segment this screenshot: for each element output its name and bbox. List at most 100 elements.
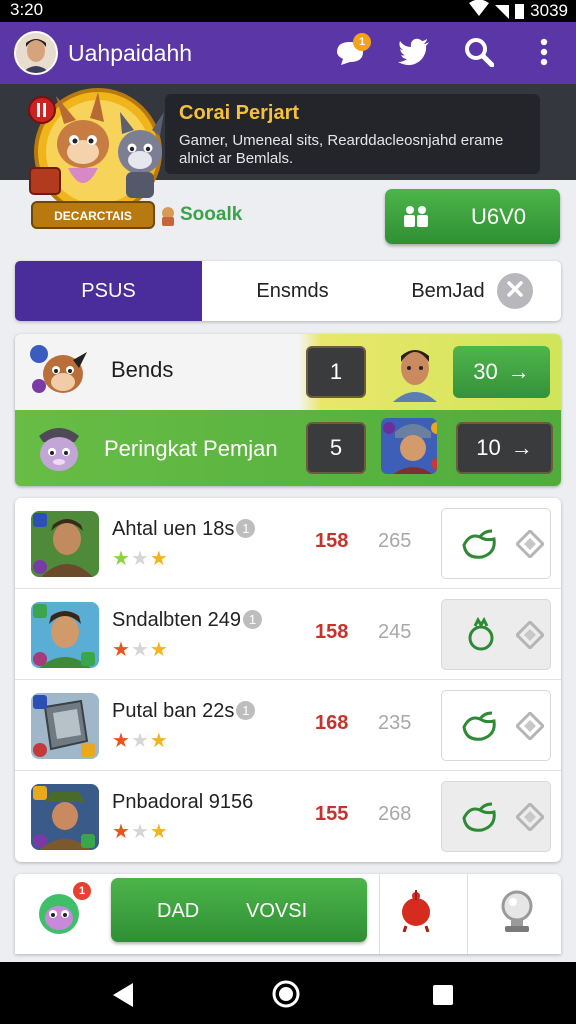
tab-ensmds[interactable]: Ensmds — [205, 261, 380, 321]
item-action-button[interactable] — [441, 508, 551, 579]
player-avatar — [387, 342, 443, 402]
status-time: 3:20 — [10, 0, 44, 19]
list-item[interactable]: Pnbadoral 9156 ★★★ 155 268 — [15, 771, 561, 862]
item-value-secondary: 265 — [378, 530, 412, 552]
home-circle-icon — [271, 980, 301, 1013]
avatar[interactable] — [14, 31, 58, 75]
item-value-secondary: 245 — [378, 621, 412, 643]
list-item[interactable]: Putal ban 22s 1 ★★★ 168 235 — [15, 680, 561, 771]
lamp-icon[interactable] — [497, 886, 537, 941]
diamond-icon — [514, 801, 546, 836]
divider — [467, 874, 468, 954]
seed-icon — [460, 529, 500, 566]
hero-card: Corai Perjart Gamer, Umeneal sits, Reard… — [165, 94, 540, 174]
item-action-button[interactable] — [441, 599, 551, 670]
squirrel-avatar — [29, 342, 87, 398]
star-icon: ★ — [112, 639, 131, 661]
item-name: Pnbadoral 9156 — [112, 791, 254, 813]
star-icon: ★ — [130, 821, 150, 843]
battery-text: 3039 — [530, 0, 568, 20]
star-rating: ★★★ — [112, 819, 169, 844]
star-icon: ★ — [149, 821, 169, 843]
item-name: Ahtal uen 18s 1 — [112, 518, 256, 541]
star-icon: ★ — [112, 548, 131, 570]
star-icon: ★ — [112, 730, 131, 752]
primary-action-label: U6V0 — [471, 204, 527, 229]
tab-bar: PSUS Ensmds BemJad — [15, 261, 561, 321]
item-action-button[interactable] — [441, 690, 551, 761]
diamond-icon — [514, 528, 546, 563]
item-value-primary: 155 — [315, 803, 349, 825]
recents-square-icon — [432, 985, 454, 1010]
star-rating: ★★★ — [112, 637, 169, 662]
star-icon: ★ — [149, 548, 169, 570]
game-emblem[interactable]: DECARCTAIS — [28, 88, 176, 234]
arrow-right-icon: → — [507, 359, 530, 384]
game-thumbnail — [31, 693, 99, 759]
sword-icon — [158, 205, 178, 227]
play-button-label-left: DAD — [157, 900, 200, 922]
score-button-1[interactable]: 30 → — [453, 346, 550, 398]
game-list: Ahtal uen 18s 1 ★★★ 158 265 Sndalbten 24… — [15, 498, 561, 862]
home-button[interactable] — [271, 979, 301, 1014]
score-button-2[interactable]: 10 → — [456, 422, 553, 474]
ranking-row-2[interactable]: Peringkat Pemjan 5 10 → — [15, 410, 561, 486]
star-rating: ★★★ — [112, 728, 169, 753]
pomegranate-icon — [466, 616, 496, 657]
more-menu-button[interactable] — [526, 36, 562, 72]
status-bar: 3:20 3039 — [0, 0, 576, 22]
rank-number-1: 1 — [306, 346, 366, 398]
recents-button[interactable] — [432, 984, 454, 1011]
star-rating: ★★★ — [112, 546, 169, 571]
item-value-primary: 158 — [315, 530, 349, 552]
seed-icon — [460, 711, 500, 748]
item-value-primary: 168 — [315, 712, 349, 734]
ranking-row-1[interactable]: Bends 1 30 → — [15, 334, 561, 410]
play-button-label-right: VOVSI — [246, 900, 308, 922]
primary-action-button[interactable]: U6V0 — [385, 189, 560, 244]
tab-psus[interactable]: PSUS — [15, 261, 202, 321]
game-thumbnail — [31, 511, 99, 577]
logo-label: Sooalk — [180, 204, 243, 225]
list-item[interactable]: Ahtal uen 18s 1 ★★★ 158 265 — [15, 498, 561, 589]
cat-avatar — [33, 420, 89, 476]
close-icon — [506, 278, 524, 304]
app-title: Uahpaidahh — [68, 40, 193, 66]
bottom-badge: 1 — [73, 882, 91, 900]
item-value-secondary: 268 — [378, 803, 412, 825]
star-icon: ★ — [149, 730, 169, 752]
search-icon — [464, 37, 495, 72]
list-item[interactable]: Sndalbten 249 1 ★★★ 158 245 — [15, 589, 561, 680]
monster-avatar-button[interactable]: 1 — [35, 882, 91, 936]
rank-number-2: 5 — [306, 422, 366, 474]
star-icon: ★ — [149, 639, 169, 661]
emblem-banner-text: DECARCTAIS — [54, 209, 132, 223]
star-icon: ★ — [130, 730, 150, 752]
app-bar: Uahpaidahh 1 — [0, 22, 576, 84]
back-button[interactable] — [111, 982, 135, 1013]
score-value-1: 30 — [473, 359, 498, 384]
bug-icon[interactable] — [398, 888, 434, 937]
diamond-icon — [514, 710, 546, 745]
chat-button[interactable]: 1 — [332, 33, 371, 72]
wifi-icon — [469, 0, 490, 21]
status-icons: 3039 — [469, 0, 568, 21]
item-value-primary: 158 — [315, 621, 349, 643]
twitter-button[interactable] — [396, 36, 432, 72]
back-triangle-icon — [111, 983, 135, 1012]
search-button[interactable] — [461, 36, 497, 72]
notification-badge: 1 — [353, 33, 371, 51]
ranking-label-1: Bends — [111, 357, 174, 382]
play-button[interactable]: DAD VOVSI — [111, 878, 367, 942]
item-value-secondary: 235 — [378, 712, 412, 734]
game-thumbnail — [31, 784, 99, 850]
hero-portrait — [381, 418, 437, 474]
close-button[interactable] — [497, 273, 533, 309]
item-action-button[interactable] — [441, 781, 551, 852]
diamond-icon — [514, 619, 546, 654]
navigation-bar — [0, 962, 576, 1024]
game-thumbnail — [31, 602, 99, 668]
star-icon: ★ — [112, 821, 131, 843]
hero-title: Corai Perjart — [179, 102, 300, 124]
twitter-icon — [398, 38, 430, 71]
